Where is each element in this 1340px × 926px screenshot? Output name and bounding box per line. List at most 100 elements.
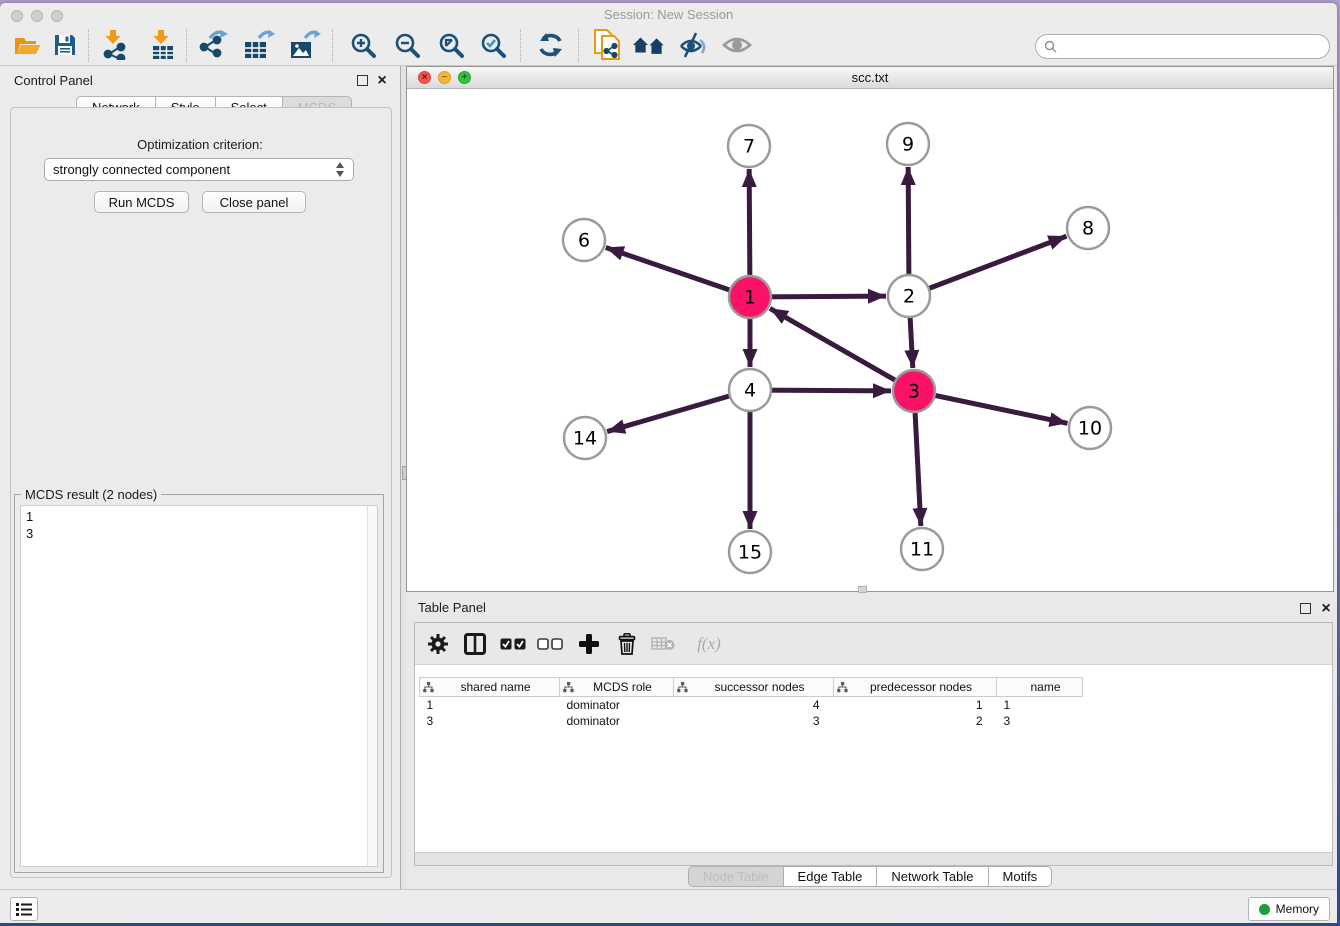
trash-icon bbox=[617, 633, 637, 655]
delete-table-button[interactable] bbox=[647, 628, 679, 660]
graph-node-1[interactable]: 1 bbox=[729, 276, 771, 318]
graph-node-15[interactable]: 15 bbox=[729, 531, 771, 573]
deselect-all-columns-button[interactable] bbox=[534, 628, 566, 660]
column-header[interactable]: shared name bbox=[420, 678, 560, 697]
graph-node-9[interactable]: 9 bbox=[887, 123, 929, 165]
zoom-out-button[interactable] bbox=[390, 28, 424, 62]
delete-columns-button[interactable] bbox=[611, 628, 643, 660]
zoom-selected-icon bbox=[480, 32, 507, 59]
show-graphics-details-button[interactable] bbox=[676, 28, 710, 62]
table-cell: 2 bbox=[834, 713, 997, 729]
node-label: 14 bbox=[573, 428, 597, 450]
node-label: 2 bbox=[903, 286, 915, 308]
first-neighbors-button[interactable] bbox=[632, 28, 666, 62]
open-session-button[interactable] bbox=[10, 28, 44, 62]
import-table-button[interactable] bbox=[146, 28, 180, 62]
network-window-title: scc.txt bbox=[407, 70, 1333, 85]
tab-network-table[interactable]: Network Table bbox=[877, 866, 988, 887]
hide-graphics-details-button[interactable] bbox=[720, 28, 754, 62]
graph-node-8[interactable]: 8 bbox=[1067, 207, 1109, 249]
export-image-icon bbox=[289, 30, 321, 60]
edge-3-1[interactable] bbox=[770, 308, 914, 391]
title-bar: Session: New Session bbox=[0, 3, 1337, 25]
function-builder-button[interactable]: f(x) bbox=[687, 628, 731, 660]
create-column-button[interactable] bbox=[573, 628, 605, 660]
tab-edge-table[interactable]: Edge Table bbox=[784, 866, 878, 887]
control-panel-title: Control Panel bbox=[14, 73, 93, 88]
graph-node-4[interactable]: 4 bbox=[729, 369, 771, 411]
gear-icon bbox=[427, 633, 449, 655]
import-network-button[interactable] bbox=[98, 28, 132, 62]
zoom-in-button[interactable] bbox=[346, 28, 380, 62]
edge-1-6[interactable] bbox=[606, 247, 750, 297]
main-area: Control Panel × NetworkStyleSelectMCDS O… bbox=[0, 66, 1337, 889]
edge-3-10[interactable] bbox=[914, 391, 1067, 423]
float-panel-icon[interactable] bbox=[357, 75, 368, 86]
table-panel-body: f(x) shared name MCDS role successor nodes… bbox=[414, 622, 1333, 866]
result-scrollbar[interactable] bbox=[367, 506, 377, 866]
search-icon bbox=[1044, 40, 1057, 53]
graph-node-2[interactable]: 2 bbox=[888, 275, 930, 317]
network-resize-grip[interactable] bbox=[858, 586, 867, 593]
run-mcds-button[interactable]: Run MCDS bbox=[94, 191, 189, 213]
import-network-icon bbox=[101, 30, 129, 60]
mcds-result-text[interactable]: 13 bbox=[20, 505, 378, 867]
task-history-button[interactable] bbox=[10, 897, 38, 921]
table-cell: dominator bbox=[560, 713, 674, 729]
graph-node-7[interactable]: 7 bbox=[728, 125, 770, 167]
clone-network-button[interactable] bbox=[590, 28, 624, 62]
zoom-selected-button[interactable] bbox=[476, 28, 510, 62]
apply-layout-button[interactable] bbox=[534, 28, 568, 62]
search-input[interactable] bbox=[1062, 40, 1329, 54]
optimization-criterion-label: Optimization criterion: bbox=[0, 137, 400, 152]
table-close-icon[interactable]: × bbox=[1318, 601, 1334, 617]
network-canvas[interactable]: 1 2 3 4 6 7 8 9 10 11 14 15 bbox=[407, 89, 1333, 591]
node-label: 1 bbox=[744, 287, 756, 309]
graph-node-3[interactable]: 3 bbox=[893, 370, 935, 412]
close-panel-button[interactable]: Close panel bbox=[202, 191, 306, 213]
node-table: shared name MCDS role successor nodes prede… bbox=[419, 677, 1083, 729]
criterion-select[interactable]: strongly connected component bbox=[44, 158, 354, 181]
save-session-button[interactable] bbox=[48, 28, 82, 62]
table-row[interactable]: 1dominator411 bbox=[420, 697, 1083, 713]
select-all-columns-button[interactable] bbox=[497, 628, 529, 660]
column-settings-button[interactable] bbox=[422, 628, 454, 660]
zoom-fit-icon bbox=[438, 32, 465, 59]
column-header-label: shared name bbox=[460, 680, 530, 694]
node-label: 11 bbox=[910, 539, 934, 561]
table-float-icon[interactable] bbox=[1300, 603, 1311, 614]
edge-4-14[interactable] bbox=[607, 390, 750, 432]
export-network-icon bbox=[198, 30, 228, 60]
column-header[interactable]: MCDS role bbox=[560, 678, 674, 697]
tab-motifs[interactable]: Motifs bbox=[989, 866, 1053, 887]
column-header[interactable]: successor nodes bbox=[674, 678, 834, 697]
column-header-label: successor nodes bbox=[714, 680, 804, 694]
toggle-panel-layout-button[interactable] bbox=[459, 628, 491, 660]
eye-icon bbox=[722, 34, 752, 56]
column-header[interactable]: name bbox=[997, 678, 1083, 697]
export-network-button[interactable] bbox=[196, 28, 230, 62]
memory-status-icon bbox=[1259, 904, 1270, 915]
mcds-result-lines: 13 bbox=[26, 508, 377, 542]
column-hierarchy-icon bbox=[837, 682, 848, 693]
export-table-icon bbox=[243, 30, 275, 60]
node-label: 4 bbox=[744, 380, 756, 402]
column-header[interactable]: predecessor nodes bbox=[834, 678, 997, 697]
graph-node-6[interactable]: 6 bbox=[563, 219, 605, 261]
table-cell: 1 bbox=[834, 697, 997, 713]
graph-node-10[interactable]: 10 bbox=[1069, 407, 1111, 449]
edge-2-8[interactable] bbox=[909, 236, 1066, 296]
unchecked-boxes-icon bbox=[537, 638, 563, 650]
open-folder-icon bbox=[14, 34, 41, 57]
graph-node-11[interactable]: 11 bbox=[901, 528, 943, 570]
zoom-fit-button[interactable] bbox=[434, 28, 468, 62]
plus-icon bbox=[579, 634, 599, 654]
close-panel-icon[interactable]: × bbox=[374, 73, 390, 89]
export-image-button[interactable] bbox=[288, 28, 322, 62]
export-table-button[interactable] bbox=[242, 28, 276, 62]
crossed-eye-icon bbox=[678, 32, 708, 58]
table-row[interactable]: 3dominator323 bbox=[420, 713, 1083, 729]
memory-button[interactable]: Memory bbox=[1248, 897, 1330, 921]
tab-node-table[interactable]: Node Table bbox=[688, 866, 784, 887]
graph-node-14[interactable]: 14 bbox=[564, 417, 606, 459]
